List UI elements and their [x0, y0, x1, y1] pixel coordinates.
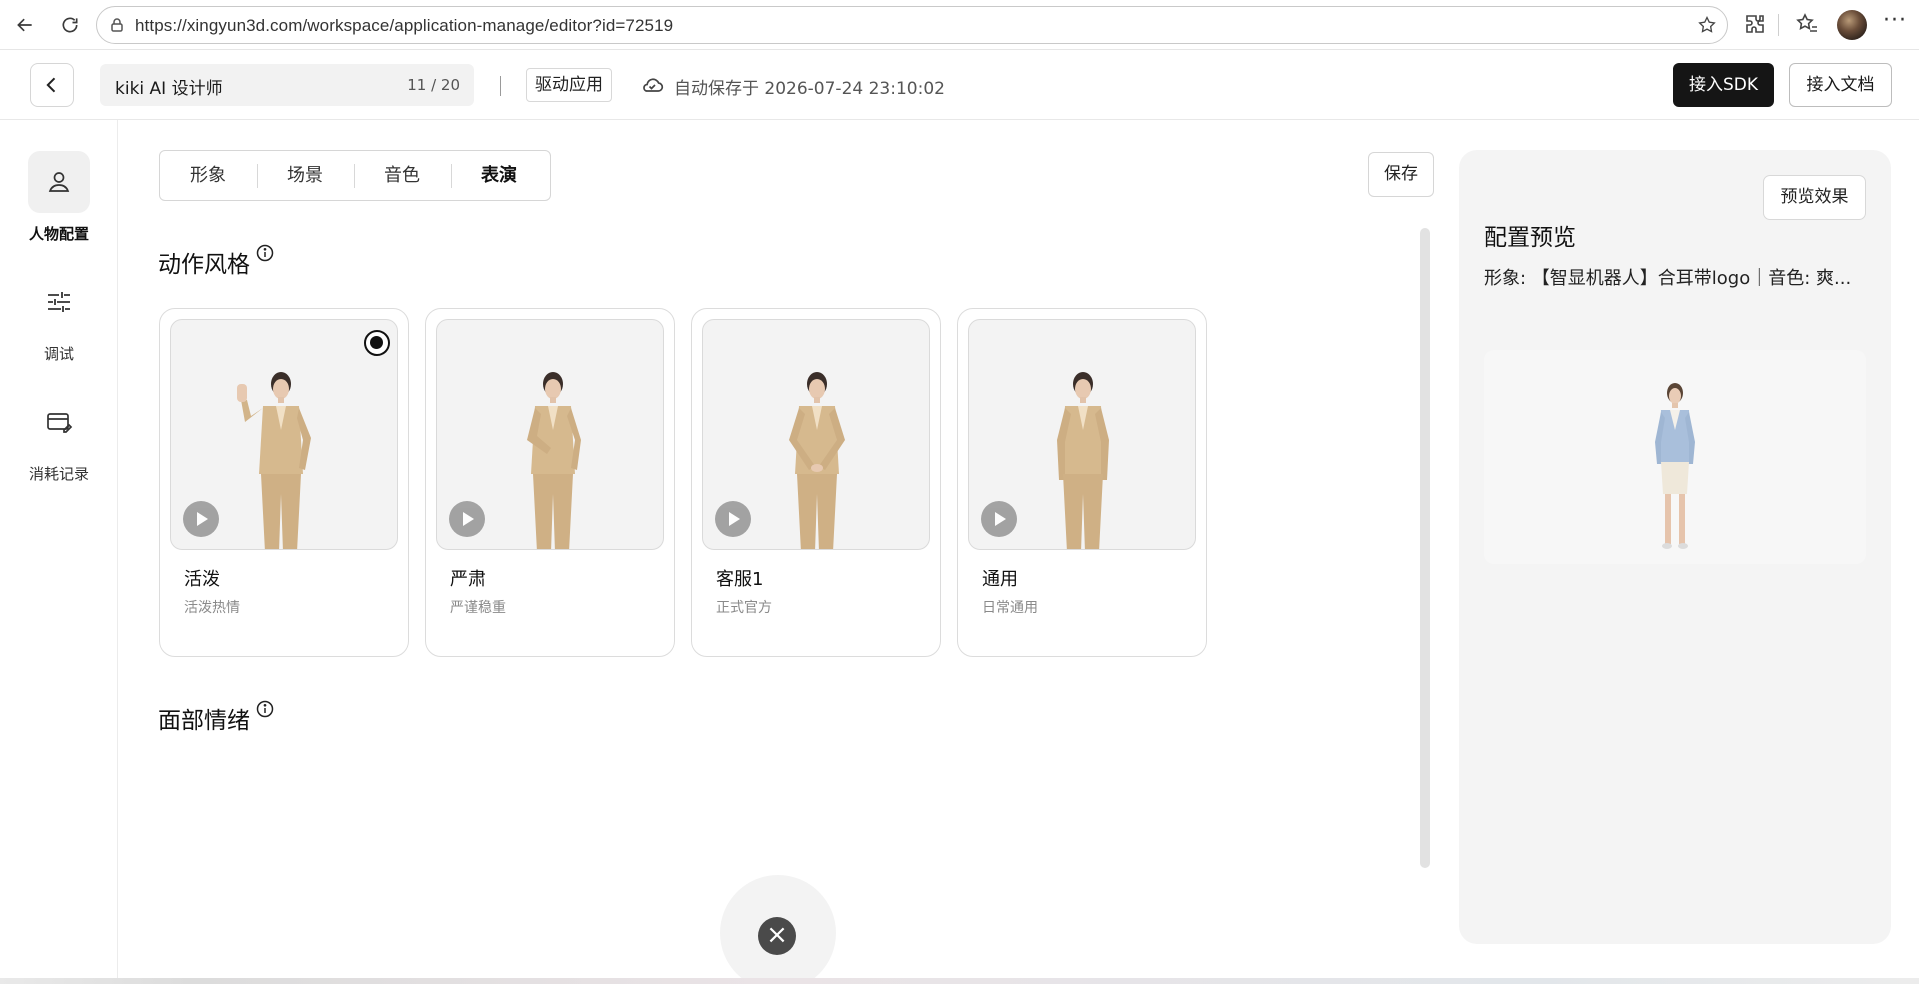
play-preview-button[interactable] [715, 501, 751, 537]
selected-radio-icon[interactable] [364, 330, 390, 356]
preview-title: 配置预览 [1484, 225, 1576, 251]
card-thumbnail[interactable] [170, 319, 398, 550]
card-thumbnail[interactable] [702, 319, 930, 550]
sidebar-item-debug[interactable]: 调试 [0, 271, 118, 364]
config-tabs: 形象 场景 音色 表演 [159, 150, 551, 201]
avatar-figure-wave [237, 372, 311, 549]
connect-docs-button[interactable]: 接入文档 [1789, 63, 1892, 107]
sidebar-icon-box[interactable] [28, 271, 90, 333]
back-button[interactable] [30, 63, 74, 107]
toolbar-divider [1778, 14, 1779, 36]
sidebar-item-consumption-records[interactable]: 消耗记录 [0, 391, 118, 484]
tab-appearance[interactable]: 形象 [160, 151, 256, 200]
card-title: 通用 [982, 569, 1018, 590]
address-bar[interactable]: https://xingyun3d.com/workspace/applicat… [96, 6, 1728, 44]
preview-avatar-figure [1655, 383, 1695, 549]
site-info-icon[interactable] [109, 17, 125, 33]
extensions-icon[interactable] [1743, 12, 1767, 36]
action-style-heading: 动作风格 [158, 252, 250, 278]
avatar-figure-standing [1057, 372, 1109, 549]
tab-voice[interactable]: 音色 [354, 151, 450, 200]
profile-avatar[interactable] [1837, 10, 1867, 40]
favorite-star-icon[interactable] [1697, 15, 1717, 35]
name-char-counter: 11 / 20 [407, 76, 460, 94]
save-button[interactable]: 保存 [1368, 152, 1434, 197]
record-edit-icon [47, 413, 73, 433]
card-title: 客服1 [716, 569, 764, 590]
drive-app-badge: 驱动应用 [526, 68, 612, 102]
tab-performance[interactable]: 表演 [451, 151, 547, 200]
close-icon[interactable]: × [758, 917, 796, 955]
card-title: 严肃 [450, 569, 486, 590]
action-style-card-lively[interactable]: 活泼 活泼热情 [159, 308, 409, 657]
card-title: 活泼 [184, 569, 220, 590]
play-preview-button[interactable] [183, 501, 219, 537]
editor-header: kiki AI 设计师 11 / 20 驱动应用 自动保存于 2026-07-2… [0, 50, 1919, 120]
action-style-card-general[interactable]: 通用 日常通用 [957, 308, 1207, 657]
action-style-card-serious[interactable]: 严肃 严谨稳重 [425, 308, 675, 657]
chevron-left-icon [46, 77, 56, 93]
preview-info-text: 形象: 【智显机器人】合耳带logo｜音色: 爽... [1484, 268, 1852, 289]
config-preview-panel: 预览效果 配置预览 形象: 【智显机器人】合耳带logo｜音色: 爽... [1459, 150, 1891, 944]
sidebar-item-label: 调试 [43, 345, 74, 363]
sliders-icon [48, 292, 70, 312]
autosave-status: 自动保存于 2026-07-24 23:10:02 [674, 79, 945, 99]
favorites-icon[interactable] [1795, 12, 1819, 36]
sidebar-icon-box[interactable] [28, 151, 90, 213]
person-icon [48, 172, 70, 192]
preview-effect-button[interactable]: 预览效果 [1763, 175, 1866, 220]
card-subtitle: 正式官方 [716, 600, 772, 616]
facial-emotion-heading: 面部情绪 [158, 708, 250, 734]
more-options-icon[interactable]: ··· [1882, 10, 1908, 36]
avatar-figure-hands-clasped [789, 372, 845, 549]
info-icon[interactable] [256, 244, 274, 262]
info-icon[interactable] [256, 700, 274, 718]
main-scrollbar[interactable] [1420, 228, 1430, 868]
taskbar-edge [0, 978, 1919, 984]
card-thumbnail[interactable] [968, 319, 1196, 550]
app-name-value[interactable]: kiki AI 设计师 [115, 74, 223, 99]
url-text[interactable]: https://xingyun3d.com/workspace/applicat… [135, 16, 673, 36]
play-preview-button[interactable] [449, 501, 485, 537]
tab-scene[interactable]: 场景 [257, 151, 353, 200]
card-subtitle: 日常通用 [982, 600, 1038, 616]
app-name-input[interactable]: kiki AI 设计师 11 / 20 [100, 64, 474, 106]
sidebar-item-character-config[interactable]: 人物配置 [0, 151, 118, 244]
play-preview-button[interactable] [981, 501, 1017, 537]
cloud-sync-icon [643, 78, 664, 92]
back-arrow-icon[interactable] [9, 9, 41, 41]
left-sidebar: 人物配置 调试 消耗记录 [0, 120, 118, 978]
sidebar-item-label: 消耗记录 [28, 465, 89, 483]
sidebar-icon-box[interactable] [28, 391, 90, 453]
card-thumbnail[interactable] [436, 319, 664, 550]
browser-toolbar: https://xingyun3d.com/workspace/applicat… [0, 0, 1919, 50]
reload-icon[interactable] [54, 9, 86, 41]
card-subtitle: 严谨稳重 [450, 600, 506, 616]
sidebar-item-label: 人物配置 [28, 225, 89, 243]
avatar-figure-hand-on-chest [527, 372, 581, 549]
card-subtitle: 活泼热情 [184, 600, 240, 616]
header-divider [500, 76, 501, 96]
action-style-card-customer-service[interactable]: 客服1 正式官方 [691, 308, 941, 657]
connect-sdk-button[interactable]: 接入SDK [1673, 63, 1774, 107]
preview-avatar-stage [1484, 350, 1866, 564]
